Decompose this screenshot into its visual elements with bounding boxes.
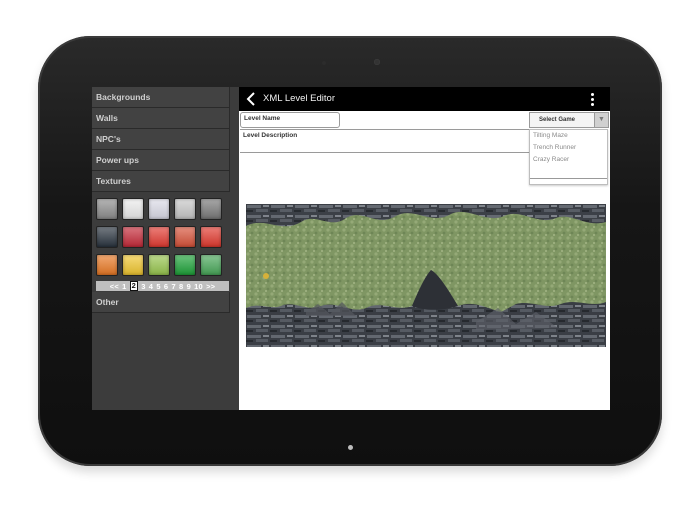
back-chevron-icon[interactable] [245, 92, 257, 106]
swatch-darkgray[interactable] [200, 198, 222, 220]
category-npcs[interactable]: NPC's [92, 129, 230, 150]
swatch-gray[interactable] [96, 198, 118, 220]
game-option-crazy-racer[interactable]: Crazy Racer [530, 154, 607, 166]
action-bar: XML Level Editor [239, 87, 610, 111]
app-screen: Backgrounds Walls NPC's Power ups Textur… [92, 87, 610, 410]
light-sensor [322, 61, 326, 65]
app-title: XML Level Editor [263, 93, 335, 104]
swatch-red[interactable] [148, 226, 170, 248]
level-description-label: Level Description [243, 132, 298, 139]
swatch-charcoal[interactable] [96, 226, 118, 248]
swatch-rust[interactable] [174, 226, 196, 248]
overflow-menu-icon[interactable] [591, 93, 595, 106]
pager-page-5[interactable]: 5 [156, 282, 160, 291]
pager-page-3[interactable]: 3 [141, 282, 145, 291]
level-description-field[interactable]: Level Description [240, 129, 532, 153]
editor-panel: XML Level Editor Level Name Level Descri… [239, 87, 610, 410]
pager-page-8[interactable]: 8 [179, 282, 183, 291]
front-camera [374, 59, 380, 65]
pager-next[interactable]: >> [206, 282, 215, 291]
swatch-silver[interactable] [148, 198, 170, 220]
game-option-tilting-maze[interactable]: Tilting Maze [530, 130, 607, 142]
level-preview-image [246, 204, 606, 347]
pager-page-10[interactable]: 10 [194, 282, 203, 291]
swatch-crimson[interactable] [122, 226, 144, 248]
texture-pager: << 1 2 3 4 5 6 7 8 9 10 >> [96, 281, 229, 291]
level-name-field[interactable]: Level Name [240, 112, 340, 128]
game-select-value: Select Game [539, 117, 576, 123]
pager-page-4[interactable]: 4 [149, 282, 153, 291]
pager-page-current[interactable]: 2 [129, 281, 139, 291]
game-option-empty[interactable] [530, 178, 607, 190]
category-power-ups[interactable]: Power ups [92, 150, 230, 171]
pager-page-9[interactable]: 9 [187, 282, 191, 291]
swatch-yellow[interactable] [122, 254, 144, 276]
swatch-orange[interactable] [96, 254, 118, 276]
swatch-lime[interactable] [148, 254, 170, 276]
pager-page-1[interactable]: 1 [122, 282, 126, 291]
dropdown-arrow-icon[interactable]: ▼ [594, 113, 608, 127]
pager-page-6[interactable]: 6 [164, 282, 168, 291]
swatch-lightgray[interactable] [174, 198, 196, 220]
notification-led [348, 445, 353, 450]
category-other[interactable]: Other [92, 292, 230, 313]
swatch-grass[interactable] [200, 254, 222, 276]
game-dropdown-list: Tilting Maze Trench Runner Crazy Racer [529, 129, 608, 185]
swatch-green[interactable] [174, 254, 196, 276]
category-walls[interactable]: Walls [92, 108, 230, 129]
game-select[interactable]: Select Game ▼ [529, 112, 609, 128]
pager-prev[interactable]: << [110, 282, 119, 291]
category-textures[interactable]: Textures [92, 171, 230, 192]
category-backgrounds[interactable]: Backgrounds [92, 87, 230, 108]
swatch-scarlet[interactable] [200, 226, 222, 248]
asset-sidebar: Backgrounds Walls NPC's Power ups Textur… [92, 87, 239, 410]
swatch-white[interactable] [122, 198, 144, 220]
game-option-trench-runner[interactable]: Trench Runner [530, 142, 607, 154]
pager-page-7[interactable]: 7 [171, 282, 175, 291]
level-name-label: Level Name [244, 115, 281, 122]
